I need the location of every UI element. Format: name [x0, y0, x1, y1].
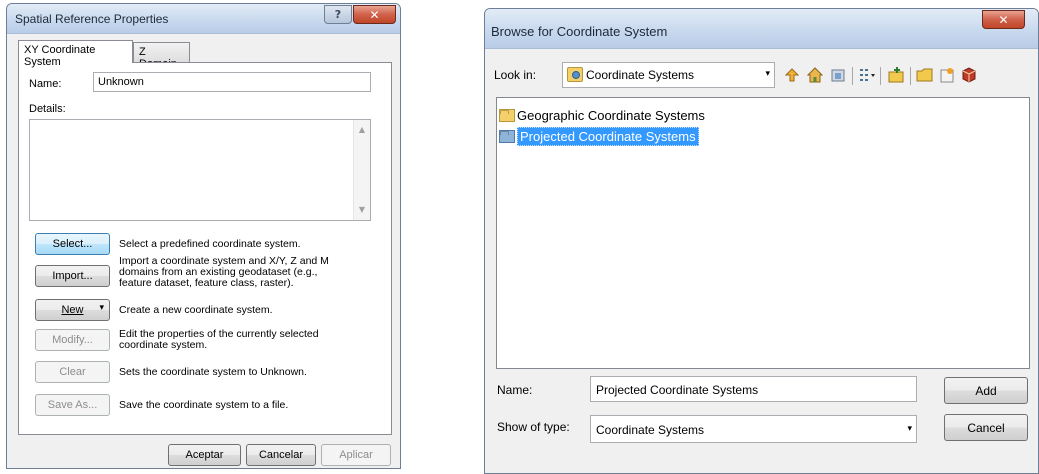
spatial-reference-titlebar[interactable]: Spatial Reference Properties ? ✕	[7, 4, 400, 34]
folder-icon	[499, 129, 515, 143]
new-button[interactable]: New ▾	[35, 299, 110, 321]
list-item-geographic[interactable]: Geographic Coordinate Systems	[499, 106, 705, 124]
look-in-dropdown[interactable]: Coordinate Systems ▾	[562, 62, 775, 88]
clear-button[interactable]: Clear	[35, 361, 110, 383]
browse-close-button[interactable]: ✕	[982, 10, 1025, 29]
add-button[interactable]: Add	[944, 377, 1028, 404]
select-button-label: Select...	[52, 238, 93, 250]
scroll-up-icon[interactable]: ▲	[354, 122, 370, 138]
look-in-value: Coordinate Systems	[586, 68, 695, 82]
save-as-description: Save the coordinate system to a file.	[119, 399, 289, 411]
add-button-label: Add	[975, 383, 997, 398]
list-item-label: Geographic Coordinate Systems	[517, 107, 705, 123]
look-in-dropdown-arrow-icon: ▾	[765, 69, 770, 79]
close-button[interactable]: ✕	[353, 5, 396, 24]
browse-title: Browse for Coordinate System	[491, 24, 668, 39]
spatial-reference-title: Spatial Reference Properties	[15, 12, 169, 26]
toolbar-separator	[852, 67, 853, 85]
globe-folder-icon	[567, 67, 583, 82]
view-menu-icon[interactable]	[858, 66, 876, 84]
tab-xy-coordinate-system[interactable]: XY Coordinate System	[18, 40, 133, 68]
scroll-down-icon[interactable]: ▼	[354, 202, 370, 218]
name-label: Name:	[29, 78, 62, 90]
new-description: Create a new coordinate system.	[119, 304, 273, 316]
select-description: Select a predefined coordinate system.	[119, 238, 301, 250]
select-button[interactable]: Select...	[35, 233, 110, 255]
new-item-icon[interactable]	[938, 66, 956, 84]
aceptar-button-label: Aceptar	[185, 449, 224, 461]
details-textarea[interactable]: ▲ ▼	[29, 119, 371, 221]
clear-description: Sets the coordinate system to Unknown.	[119, 366, 307, 378]
aplicar-button-label: Aplicar	[339, 449, 373, 461]
show-of-type-dropdown[interactable]: Coordinate Systems ▾	[590, 415, 917, 443]
browse-close-icon: ✕	[998, 12, 1009, 27]
import-description: Import a coordinate system and X/Y, Z an…	[119, 255, 329, 289]
home-icon[interactable]	[806, 66, 824, 84]
new-button-label: New	[61, 304, 84, 316]
toolbar-separator	[910, 67, 911, 85]
name-field[interactable]: Unknown	[93, 72, 371, 92]
cancelar-button-label: Cancelar	[258, 449, 304, 461]
import-button-label: Import...	[52, 270, 93, 282]
details-label: Details:	[29, 103, 66, 115]
clear-button-label: Clear	[59, 366, 86, 378]
show-of-type-arrow-icon: ▾	[907, 424, 912, 434]
connect-folder-icon[interactable]	[829, 66, 847, 84]
help-icon: ?	[334, 8, 342, 21]
cancel-button-label: Cancel	[967, 420, 1005, 435]
show-of-type-label: Show of type:	[497, 420, 570, 434]
save-as-button[interactable]: Save As...	[35, 394, 110, 416]
folder-icon	[499, 108, 515, 122]
cancelar-button[interactable]: Cancelar	[246, 444, 316, 466]
new-folder-icon[interactable]	[887, 66, 905, 84]
import-button[interactable]: Import...	[35, 265, 110, 287]
folder-icon[interactable]	[916, 66, 934, 84]
help-button[interactable]: ?	[324, 5, 352, 24]
up-one-level-icon[interactable]	[783, 66, 801, 84]
modify-description: Edit the properties of the currently sel…	[119, 328, 319, 351]
list-item-projected[interactable]: Projected Coordinate Systems	[499, 126, 699, 146]
save-as-button-label: Save As...	[47, 399, 98, 411]
aplicar-button[interactable]: Aplicar	[321, 444, 391, 466]
database-icon[interactable]	[960, 66, 978, 84]
details-scrollbar[interactable]: ▲ ▼	[353, 120, 370, 220]
modify-button[interactable]: Modify...	[35, 329, 110, 351]
cancel-button[interactable]: Cancel	[944, 414, 1028, 441]
browse-titlebar[interactable]: Browse for Coordinate System ✕	[485, 9, 1038, 49]
modify-button-label: Modify...	[52, 334, 93, 346]
look-in-label: Look in:	[494, 68, 537, 82]
list-item-label: Projected Coordinate Systems	[517, 126, 699, 146]
name-field[interactable]: Projected Coordinate Systems	[590, 376, 917, 402]
coordinate-systems-list[interactable]: Geographic Coordinate Systems Projected …	[496, 97, 1030, 369]
close-icon: ✕	[369, 7, 380, 22]
show-of-type-value: Coordinate Systems	[596, 423, 705, 437]
toolbar-separator	[880, 67, 881, 85]
name-label: Name:	[497, 383, 533, 397]
aceptar-button[interactable]: Aceptar	[168, 444, 241, 466]
tab-z-domain[interactable]: Z Domain	[133, 42, 190, 70]
new-dropdown-icon: ▾	[99, 303, 104, 313]
xy-coordinate-system-panel: Name: Unknown Details: ▲ ▼ Select... Sel…	[18, 62, 392, 435]
